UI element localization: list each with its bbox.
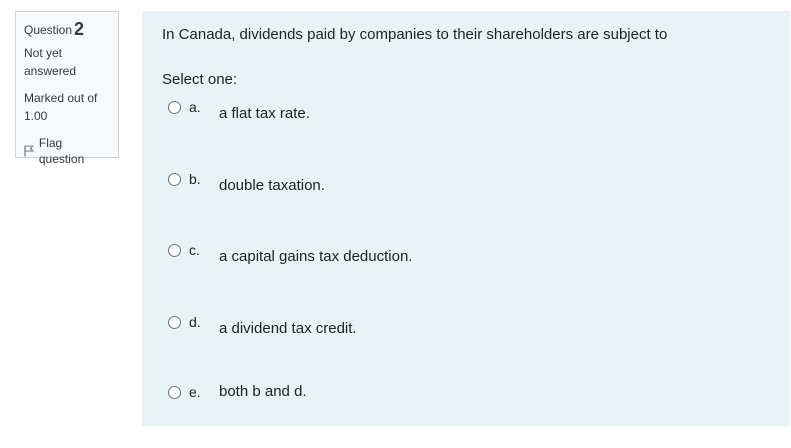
option-letter-a: a. [189,99,201,115]
question-number-value: 2 [74,19,85,39]
answer-option-a[interactable]: a. a flat tax rate. [168,98,310,122]
answer-option-d[interactable]: d. a dividend tax credit. [168,313,357,337]
question-number: Question 2 [24,20,110,39]
option-letter-b: b. [189,171,201,187]
flag-question-link[interactable]: Flag question [24,135,110,167]
radio-b[interactable] [168,173,181,186]
radio-a[interactable] [168,101,181,114]
question-state: Not yet answered [24,46,77,78]
radio-e[interactable] [168,386,181,399]
option-letter-c: c. [189,242,200,258]
question-text: In Canada, dividends paid by companies t… [162,26,668,43]
answer-option-b[interactable]: b. double taxation. [168,170,325,194]
select-one-prompt: Select one: [162,71,238,88]
flag-question-label: Flag question [38,136,85,166]
option-text-b[interactable]: double taxation. [219,176,325,196]
option-text-a[interactable]: a flat tax rate. [219,104,310,124]
question-content: In Canada, dividends paid by companies t… [142,11,790,426]
answer-option-e[interactable]: e. both b and d. [168,383,307,401]
question-label: Question [24,23,73,37]
radio-d[interactable] [168,316,181,329]
grade-value: 1.00 [24,109,48,123]
option-letter-d: d. [189,314,201,330]
flag-icon [24,145,34,157]
grade-label: Marked out of [24,91,98,105]
radio-c[interactable] [168,244,181,257]
option-text-e[interactable]: both b and d. [219,382,307,402]
question-info-panel: Question 2 Not yet answered Marked out of… [15,11,119,166]
option-letter-e: e. [189,384,201,400]
answer-option-c[interactable]: c. a capital gains tax deduction. [168,241,412,265]
option-text-c[interactable]: a capital gains tax deduction. [219,247,412,267]
option-text-d[interactable]: a dividend tax credit. [219,319,357,339]
question-grade: Marked out of 1.00 [24,89,110,125]
